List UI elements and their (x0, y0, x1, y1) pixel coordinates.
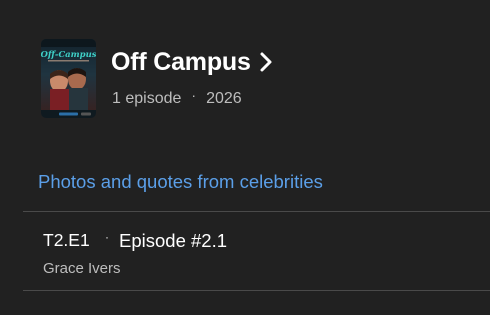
poster-artwork: Off-Campus (41, 39, 96, 118)
show-meta: 1 episode · 2026 (112, 87, 242, 111)
show-poster[interactable]: Off-Campus (41, 39, 96, 118)
release-year: 2026 (206, 90, 242, 107)
episode-separator: · (105, 230, 109, 244)
episode-row[interactable]: T2.E1 · Episode #2.1 Grace Ivers (0, 212, 490, 290)
meta-separator: · (191, 87, 197, 103)
episode-author: Grace Ivers (43, 260, 121, 277)
divider (23, 290, 490, 291)
chevron-right-icon (259, 44, 273, 80)
show-title-link[interactable]: Off Campus (111, 44, 273, 80)
episode-title: Episode #2.1 (119, 230, 228, 251)
episode-count: 1 episode (112, 90, 182, 107)
poster-title-text: Off-Campus (41, 50, 96, 60)
episode-code: T2.E1 (43, 230, 90, 250)
photos-quotes-link[interactable]: Photos and quotes from celebrities (38, 168, 323, 196)
show-detail-page: Off-Campus Off Campus 1 episode · 2026 P… (0, 0, 490, 315)
show-title: Off Campus (111, 48, 251, 76)
